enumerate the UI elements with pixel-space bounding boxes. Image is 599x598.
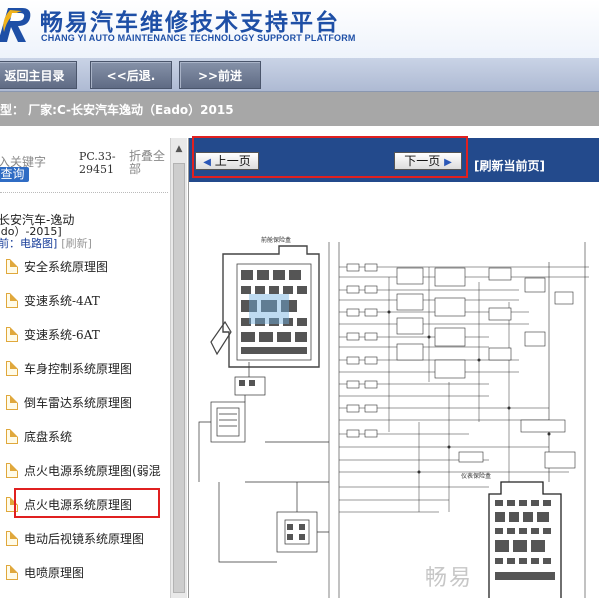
document-icon <box>6 259 18 274</box>
tree-item[interactable]: 变速系统-4AT <box>0 287 170 313</box>
scroll-thumb[interactable] <box>173 163 185 593</box>
vehicle-info-bar: 型： 厂家:C-长安汽车逸动（Eado）2015 <box>0 92 599 126</box>
tree-item[interactable]: 安全系统原理图 <box>0 253 170 279</box>
tree-item-label: 底盘系统 <box>24 430 73 444</box>
next-page-label: 下一页 <box>404 154 441 168</box>
tree-item[interactable]: 车身控制系统原理图 <box>0 355 170 381</box>
pc-code: PC.33-29451 <box>79 150 116 176</box>
back-button[interactable]: <<后退. <box>90 61 172 89</box>
tree-item-label: 车身控制系统原理图 <box>24 362 133 376</box>
tree-item[interactable]: 电喷原理图 <box>0 559 170 585</box>
forward-button[interactable]: >>前进 <box>179 61 261 89</box>
tree-item-label: 倒车雷达系统原理图 <box>24 396 133 410</box>
tree-item[interactable]: 电动后视镜系统原理图 <box>0 525 170 551</box>
document-icon <box>6 327 18 342</box>
collapse-all-link[interactable]: 折叠全部 <box>129 150 169 176</box>
right-arrow-icon: ▶ <box>444 157 452 168</box>
instrument-fuse-label: 仪表保险盒 <box>461 472 491 480</box>
tree-item-label: 电喷原理图 <box>24 566 85 580</box>
tree-item[interactable]: 点火电源系统原理图(弱混 <box>0 457 170 483</box>
document-icon <box>6 395 18 410</box>
tree-item-label: 变速系统-4AT <box>24 294 100 308</box>
wiring-diagram[interactable]: 前舱保险盒 仪表保险盒 畅易 <box>189 180 599 598</box>
document-icon <box>6 361 18 376</box>
wiring-diagram-image: 前舱保险盒 仪表保险盒 <box>198 236 589 598</box>
divider <box>0 192 168 193</box>
watermark: 畅易 <box>425 566 474 591</box>
sidebar-scrollbar[interactable]: ▲ <box>170 138 187 598</box>
document-icon <box>6 497 18 512</box>
tree-item-label: 变速系统-6AT <box>24 328 100 342</box>
tree-item[interactable]: 变速系统-6AT <box>0 321 170 347</box>
nav-bar: 返回主目录 <<后退. >>前进 <box>0 58 599 92</box>
cr-logo-icon <box>0 8 31 42</box>
tree-item[interactable]: 底盘系统 <box>0 423 170 449</box>
tree-item[interactable]: 倒车雷达系统原理图 <box>0 389 170 415</box>
tree-item-label: 安全系统原理图 <box>24 260 109 274</box>
brand-subtitle: CHANG YI AUTO MAINTENANCE TECHNOLOGY SUP… <box>41 33 356 43</box>
brand-title: 畅易汽车维修技术支持平台 <box>40 10 340 36</box>
document-icon <box>6 429 18 444</box>
left-arrow-icon: ◀ <box>203 157 211 168</box>
app-header: 畅易汽车维修技术支持平台 CHANG YI AUTO MAINTENANCE T… <box>0 0 599 58</box>
refresh-tree-link[interactable]: [刷新] <box>61 237 92 250</box>
tree-item-label: 点火电源系统原理图(弱混 <box>24 464 161 478</box>
current-category: 前：电路图] <box>0 237 58 250</box>
document-icon <box>6 565 18 580</box>
tree-item-label: 点火电源系统原理图 <box>24 498 133 512</box>
document-icon <box>6 293 18 308</box>
prev-page-label: 上一页 <box>214 154 251 168</box>
pager-bar: ◀ 上一页 下一页 ▶ [刷新当前页] <box>189 138 599 180</box>
refresh-current-page-link[interactable]: [刷新当前页] <box>474 157 545 174</box>
document-icon <box>6 463 18 478</box>
prev-page-button[interactable]: ◀ 上一页 <box>195 152 259 170</box>
home-button[interactable]: 返回主目录 <box>0 61 77 89</box>
tree-item-selected[interactable]: 点火电源系统原理图 <box>0 491 170 517</box>
current-category-line: 前：电路图] [刷新] <box>0 235 92 251</box>
tree-item-label: 电动后视镜系统原理图 <box>24 532 145 546</box>
query-button[interactable]: 查询 <box>0 167 29 182</box>
vehicle-info-text: 型： 厂家:C-长安汽车逸动（Eado）2015 <box>0 103 234 117</box>
next-page-button[interactable]: 下一页 ▶ <box>394 152 462 170</box>
document-icon <box>6 531 18 546</box>
diagram-panel: ◀ 上一页 下一页 ▶ [刷新当前页] 前舱保险盒 仪表保险盒 畅易 <box>188 136 599 598</box>
sidebar: 入关键字 查询 PC.33-29451 折叠全部 长安汽车-逸动 ado）-20… <box>0 138 170 598</box>
fuse-box-label: 前舱保险盒 <box>261 236 291 244</box>
scroll-up-arrow-icon[interactable]: ▲ <box>172 140 186 158</box>
